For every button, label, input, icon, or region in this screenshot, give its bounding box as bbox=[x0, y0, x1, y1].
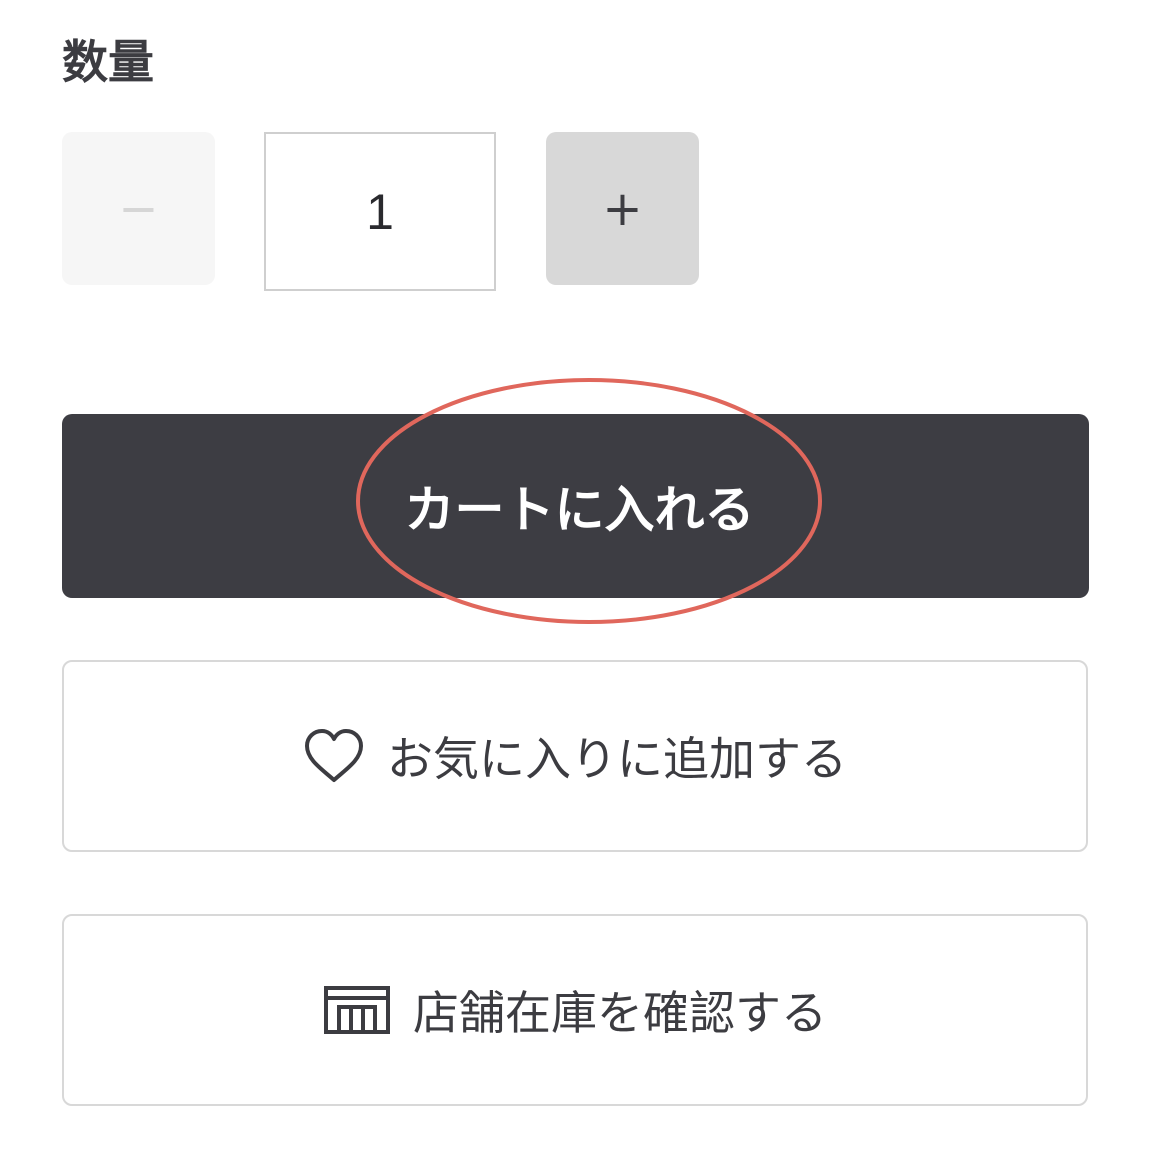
add-to-cart-label: カートに入れる bbox=[404, 481, 755, 539]
store-icon bbox=[323, 985, 391, 1035]
minus-icon: − bbox=[118, 180, 159, 237]
check-store-stock-button[interactable]: 店舗在庫を確認する bbox=[62, 914, 1088, 1106]
heart-icon bbox=[303, 728, 365, 784]
quantity-input[interactable]: 1 bbox=[264, 132, 496, 291]
add-to-favorites-label: お気に入りに追加する bbox=[387, 732, 847, 786]
check-store-stock-label: 店舗在庫を確認する bbox=[413, 986, 827, 1040]
quantity-label: 数量 bbox=[62, 35, 154, 89]
add-to-cart-button[interactable]: カートに入れる bbox=[62, 414, 1089, 598]
add-to-favorites-button[interactable]: お気に入りに追加する bbox=[62, 660, 1088, 852]
quantity-value: 1 bbox=[366, 183, 394, 240]
plus-icon: + bbox=[602, 180, 643, 237]
increment-button[interactable]: + bbox=[546, 132, 699, 285]
decrement-button[interactable]: − bbox=[62, 132, 215, 285]
